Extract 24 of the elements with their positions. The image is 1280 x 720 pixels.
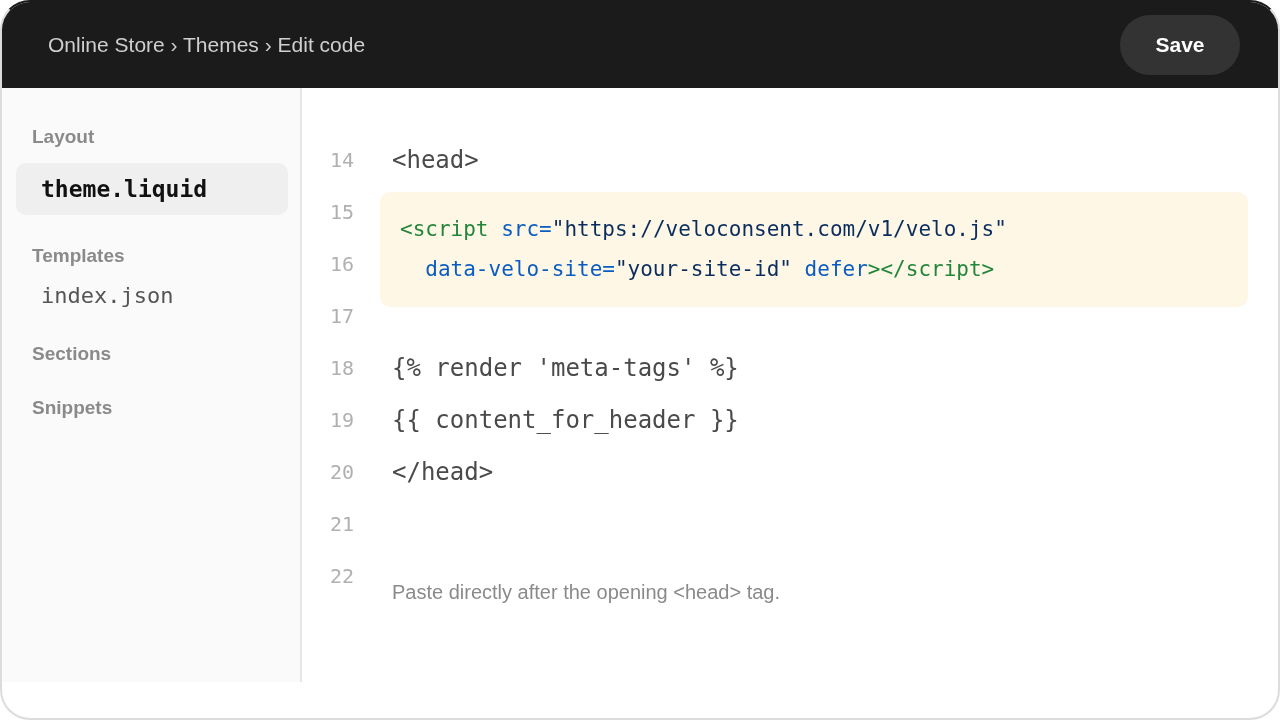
line-number: 16 bbox=[330, 251, 355, 278]
section-heading: Sections bbox=[32, 342, 112, 366]
code-line: <script src="https://veloconsent.com/v1/velo.js" bbox=[400, 216, 1007, 243]
file-item[interactable]: theme.liquid bbox=[16, 163, 288, 215]
code-line: <head> bbox=[391, 145, 479, 176]
line-number: 20 bbox=[330, 459, 355, 486]
code-line: </head> bbox=[391, 457, 494, 488]
line-number: 17 bbox=[330, 303, 355, 330]
code-line: {{ content_for_header }} bbox=[391, 405, 739, 436]
line-number: 19 bbox=[330, 407, 355, 434]
section-heading: Layout bbox=[32, 125, 95, 149]
code-line: data-velo-site="your-site-id" defer></script> bbox=[424, 256, 995, 283]
line-number: 15 bbox=[330, 199, 355, 226]
file-item[interactable]: index.json bbox=[16, 274, 288, 318]
hint-text: Paste directly after the opening <head> tag. bbox=[391, 580, 781, 604]
line-number: 22 bbox=[330, 563, 355, 590]
save-button[interactable]: Save bbox=[1120, 15, 1240, 75]
section-heading: Snippets bbox=[32, 396, 113, 420]
line-number: 14 bbox=[330, 147, 355, 174]
code-line: {% render 'meta-tags' %} bbox=[391, 353, 739, 384]
breadcrumb-text: Online Store › Themes › Edit code bbox=[48, 33, 366, 57]
line-number: 21 bbox=[330, 511, 355, 538]
section-heading: Templates bbox=[32, 244, 125, 268]
line-number: 18 bbox=[330, 355, 355, 382]
